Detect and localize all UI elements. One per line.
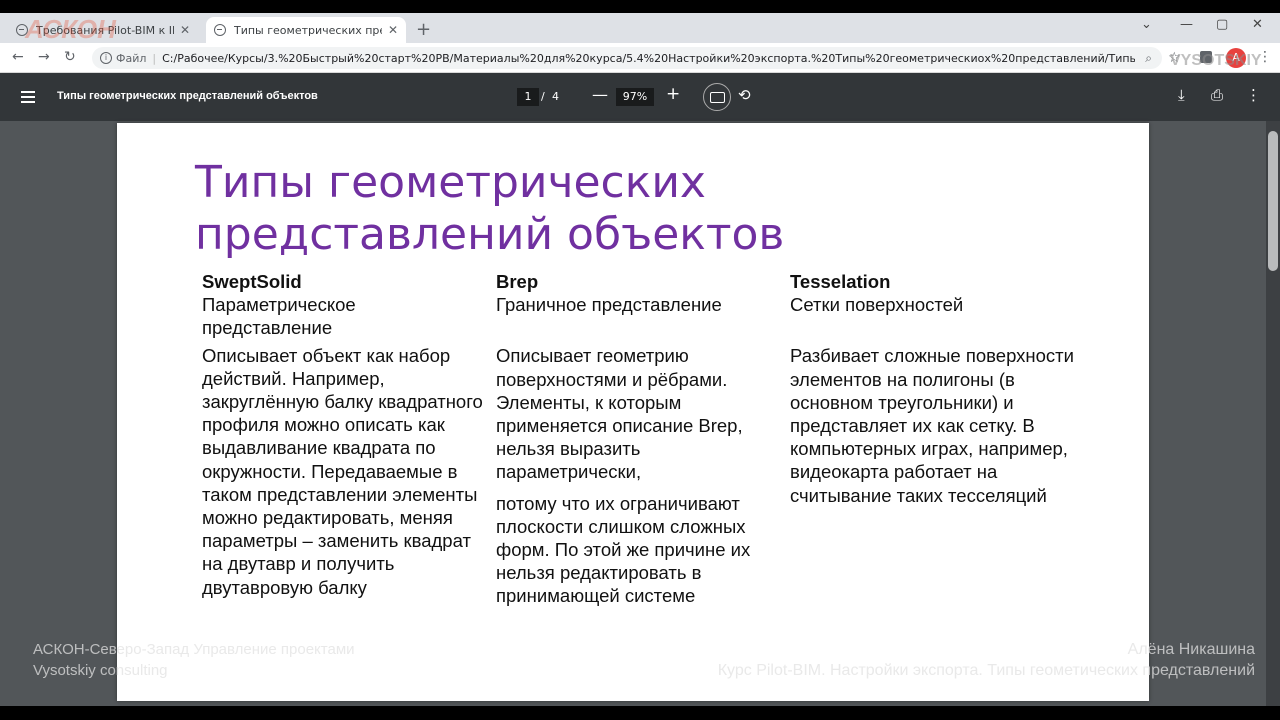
- info-icon[interactable]: i: [100, 52, 112, 64]
- zoom-input[interactable]: 97%: [616, 88, 654, 106]
- zoom-out-button[interactable]: —: [592, 85, 608, 104]
- zoom-in-button[interactable]: +: [666, 84, 680, 104]
- watermark-line: Курс Pilot-BIM. Настройки экспорта. Типы…: [717, 662, 1255, 679]
- reload-icon[interactable]: ↻: [64, 49, 76, 65]
- scrollbar-thumb[interactable]: [1268, 131, 1278, 271]
- column-subheading: Граничное представление: [496, 294, 722, 316]
- rotate-icon[interactable]: ⟲: [738, 86, 751, 104]
- watermark-left: АСКОН-Северо-Запад Управление проектами …: [33, 639, 355, 681]
- menu-icon[interactable]: [21, 91, 35, 103]
- pdf-toolbar: Типы геометрических представлений объект…: [0, 73, 1280, 121]
- new-tab-button[interactable]: +: [416, 19, 431, 40]
- vysotskiy-logo: VYSOTSKIY: [1170, 52, 1262, 69]
- print-icon[interactable]: ⎙: [1211, 86, 1223, 104]
- page-number-input[interactable]: 1: [517, 88, 539, 106]
- more-options-icon[interactable]: ⋮: [1246, 86, 1261, 104]
- watermark-line: Vysotskiy consulting: [33, 662, 168, 679]
- tab-title: Типы геометрических представ...: [234, 23, 382, 37]
- column-sweptsolid: SweptSolid Параметрическое представление…: [202, 270, 490, 599]
- url-text[interactable]: C:/Рабочее/Курсы/3.%20Быстрый%20старт%20…: [162, 52, 1135, 65]
- fit-to-page-icon[interactable]: [703, 83, 731, 111]
- column-subheading: Сетки поверхностей: [790, 294, 964, 316]
- divider: |: [152, 51, 157, 65]
- forward-arrow-icon[interactable]: →: [38, 49, 50, 65]
- column-heading: Tesselation: [790, 271, 891, 292]
- browser-tab-strip: Требования Pilot-BIM к IFC ✕ Типы геомет…: [0, 13, 1280, 43]
- download-icon[interactable]: ⤓: [1178, 86, 1185, 104]
- screen-bottom-border: [0, 706, 1280, 720]
- pdf-page: Типы геометрических представлений объект…: [117, 123, 1149, 701]
- tab-search-icon[interactable]: ⌄: [1141, 17, 1152, 32]
- askon-logo: АСКОН: [25, 14, 116, 44]
- close-window-button[interactable]: ✕: [1252, 17, 1263, 32]
- address-field[interactable]: i Файл | C:/Рабочее/Курсы/3.%20Быстрый%2…: [92, 47, 1162, 69]
- page-separator: /: [541, 90, 545, 103]
- column-subheading: Параметрическое представление: [202, 294, 356, 339]
- back-arrow-icon[interactable]: ←: [12, 49, 24, 65]
- column-paragraph: Описывает объект как набор действий. Нап…: [202, 344, 483, 598]
- minimize-button[interactable]: —: [1180, 17, 1193, 32]
- zoom-magnifier-icon[interactable]: ⌕: [1145, 51, 1152, 66]
- tab-geometry-types[interactable]: Типы геометрических представ... ✕: [206, 17, 406, 43]
- file-label: Файл: [116, 51, 147, 65]
- pdf-title: Типы геометрических представлений объект…: [57, 90, 318, 102]
- slide-title: Типы геометрических представлений объект…: [195, 157, 785, 260]
- close-tab-icon[interactable]: ✕: [180, 23, 190, 37]
- column-heading: SweptSolid: [202, 271, 302, 292]
- address-bar-row: ← → ↻ i Файл | C:/Рабочее/Курсы/3.%20Быс…: [0, 43, 1280, 73]
- screen-top-border: [0, 0, 1280, 13]
- column-tesselation: Tesselation Сетки поверхностей Разбивает…: [790, 270, 1078, 507]
- maximize-button[interactable]: ▢: [1216, 17, 1228, 32]
- column-paragraph: потому что их ограничивают плоскости сли…: [496, 492, 751, 607]
- column-paragraph: Разбивает сложные поверхности элементов …: [790, 345, 1074, 506]
- globe-icon: [214, 24, 226, 36]
- column-heading: Brep: [496, 271, 539, 292]
- watermark-right: Алёна Никашина Курс Pilot-BIM. Настройки…: [718, 639, 1255, 681]
- watermark-line: Алёна Никашина: [1127, 641, 1255, 658]
- watermark-line: АСКОН-Северо-Запад Управление проектами: [33, 641, 355, 658]
- column-paragraph: Описывает геометрию поверхностями и рёбр…: [496, 345, 743, 483]
- column-brep: Brep Граничное представление Описывает г…: [496, 270, 784, 608]
- close-tab-icon[interactable]: ✕: [388, 23, 398, 37]
- total-pages: 4: [552, 90, 559, 103]
